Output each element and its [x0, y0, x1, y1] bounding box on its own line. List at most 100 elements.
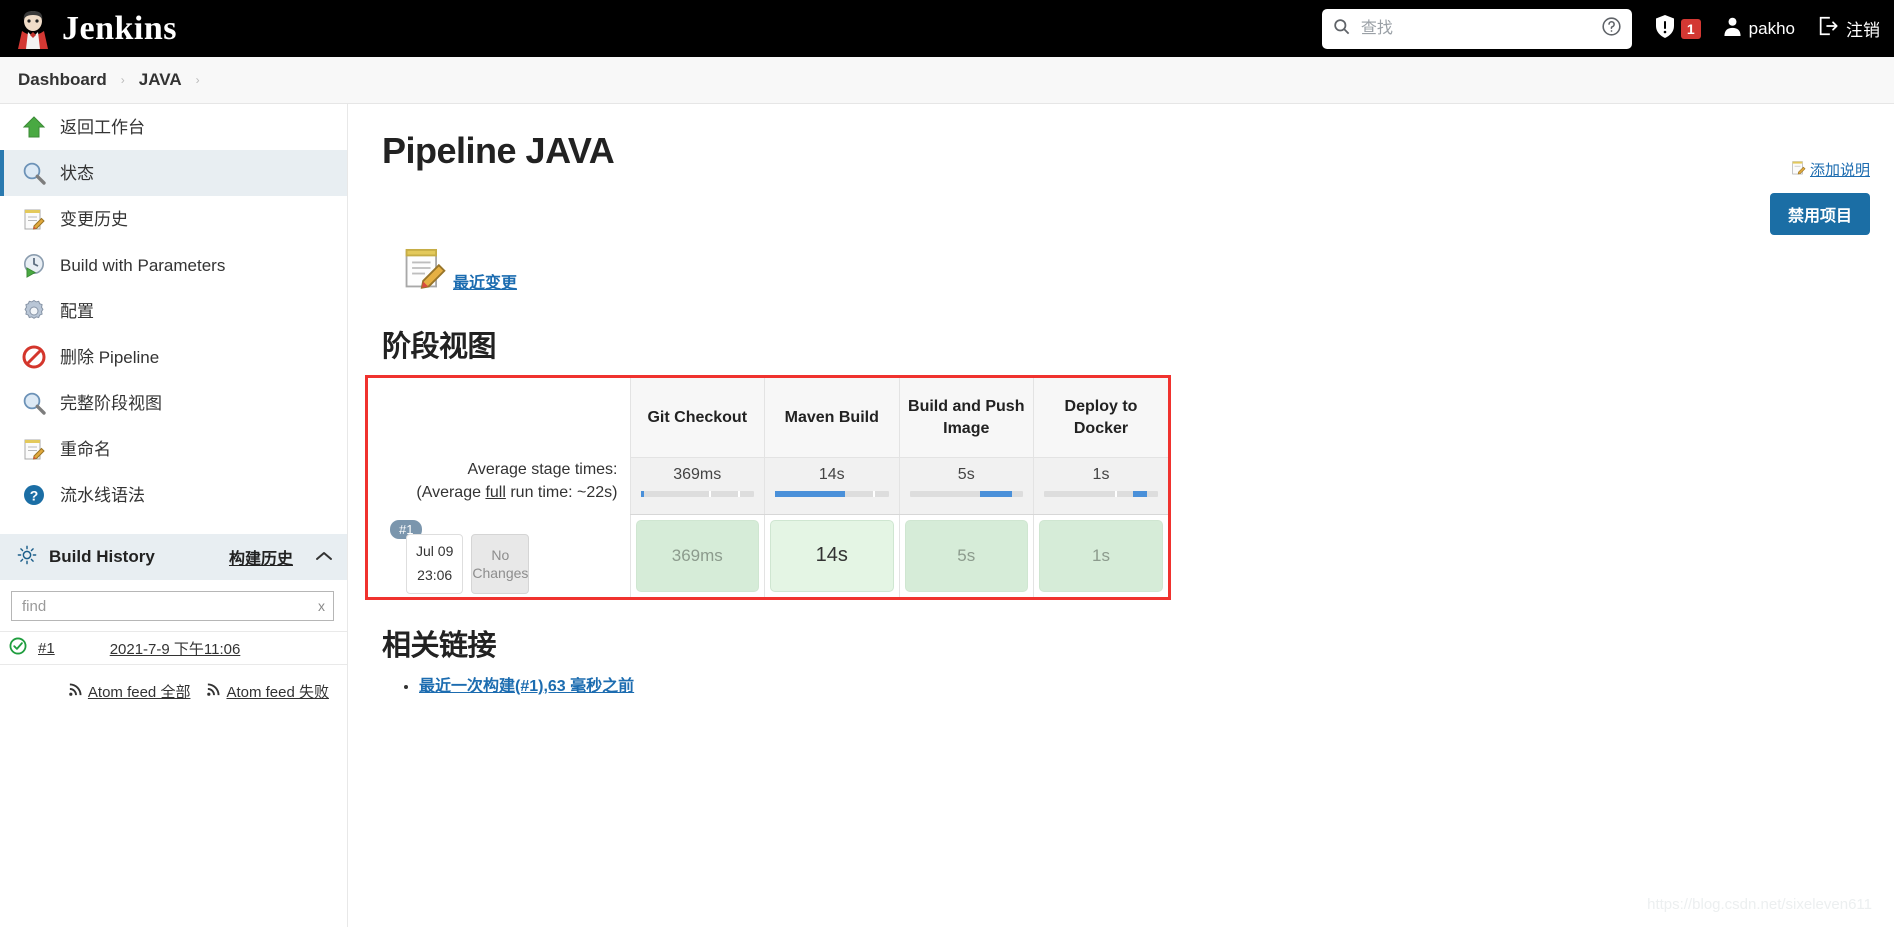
top-header-bar: Jenkins 查找 1 pakho 注销 [0, 0, 1894, 57]
atom-feed-all[interactable]: Atom feed 全部 [68, 681, 191, 702]
notepad-pencil-icon [401, 244, 449, 297]
no-entry-icon [21, 344, 47, 370]
sidebar-item-back-to-dashboard[interactable]: 返回工作台 [0, 104, 347, 150]
search-input[interactable] [1358, 18, 1593, 39]
average-stage-time: 1s [1092, 466, 1110, 484]
breadcrumb-separator-trailing: › [195, 73, 200, 87]
clear-find-icon[interactable]: x [312, 598, 325, 614]
avg-line-post: run time: ~22s) [505, 483, 618, 501]
up-arrow-green-icon [21, 114, 47, 140]
average-times-row: Average stage times: (Average full run t… [368, 457, 1168, 515]
stage-view-title: 阶段视图 [382, 331, 497, 363]
brand-home-link[interactable]: Jenkins [14, 9, 177, 49]
stage-column-header[interactable]: Build and Push Image [898, 378, 1034, 459]
stage-view-header-row: Git Checkout Maven Build Build and Push … [368, 378, 1168, 459]
sidebar-item-change-history[interactable]: 变更历史 [0, 196, 347, 242]
header-right-group: 1 pakho 注销 [1321, 0, 1880, 57]
stage-view-corner-cell [368, 378, 630, 458]
security-alerts-button[interactable]: 1 [1654, 14, 1701, 44]
logout-icon [1817, 15, 1839, 42]
user-menu-button[interactable]: pakho [1723, 16, 1795, 42]
bar-tick [708, 491, 711, 498]
sidebar-item-label: 重命名 [60, 439, 111, 459]
recent-changes-row[interactable]: 最近变更 [401, 244, 1894, 297]
sidebar-item-label: 配置 [60, 301, 94, 321]
average-times-label: Average stage times: (Average full run t… [368, 457, 630, 515]
notepad-pencil-icon [1790, 159, 1807, 180]
sidebar-item-label: 返回工作台 [60, 117, 145, 137]
run-date-box[interactable]: Jul 09 23:06 [406, 534, 464, 594]
chevron-up-icon[interactable] [315, 549, 333, 566]
page-title: Pipeline JAVA [382, 130, 615, 171]
breadcrumb-separator: › [120, 73, 125, 87]
sidebar-item-configure[interactable]: 配置 [0, 288, 347, 334]
last-build-link[interactable]: 最近一次构建(#1),63 毫秒之前 [419, 678, 634, 695]
sidebar: 返回工作台 状态 变更历史 Build with Parameters 配置 删… [0, 104, 348, 927]
add-description-label: 添加说明 [1809, 162, 1870, 179]
gear-icon [21, 298, 47, 324]
watermark-text: https://blog.csdn.net/sixeleven611 [1647, 896, 1872, 913]
run-stage-result[interactable]: 14s [770, 519, 894, 592]
magnifier-icon [21, 390, 47, 416]
build-history-find-row: x [0, 580, 347, 631]
run-info-cell: #1 Jul 09 23:06 No Changes [368, 514, 630, 597]
disable-project-button[interactable]: 禁用项目 [1769, 193, 1870, 235]
breadcrumb-item-dashboard[interactable]: Dashboard [18, 70, 107, 90]
build-number-link[interactable]: #1 [38, 640, 55, 657]
build-history-row[interactable]: #1 2021-7-9 下午11:06 [0, 631, 347, 665]
rss-icon [206, 682, 221, 701]
logout-button[interactable]: 注销 [1817, 15, 1880, 42]
sidebar-item-label: 完整阶段视图 [60, 393, 162, 413]
list-item: 最近一次构建(#1),63 毫秒之前 [419, 672, 1894, 696]
atom-feed-failed[interactable]: Atom feed 失败 [206, 681, 329, 702]
avg-line-underline: full [485, 483, 506, 501]
breadcrumb-item-java[interactable]: JAVA [139, 70, 182, 90]
related-links-title: 相关链接 [382, 629, 497, 662]
stage-column-header[interactable]: Deploy to Docker [1033, 378, 1168, 459]
logout-label: 注销 [1846, 21, 1880, 40]
sidebar-item-full-stage-view[interactable]: 完整阶段视图 [0, 380, 347, 426]
stage-view-panel: Git Checkout Maven Build Build and Push … [365, 375, 1171, 600]
stage-column-header[interactable]: Git Checkout [629, 378, 765, 459]
add-description-link[interactable]: 添加说明 [1790, 159, 1870, 180]
bar-tick [1114, 491, 1117, 498]
stage-column-header[interactable]: Maven Build [764, 378, 899, 459]
atom-feed-failed-label: Atom feed 失败 [226, 684, 329, 701]
breadcrumb: Dashboard › JAVA › [0, 57, 1894, 104]
no-changes-text: No Changes [472, 546, 528, 582]
sidebar-item-delete-pipeline[interactable]: 删除 Pipeline [0, 334, 347, 380]
search-box[interactable] [1321, 8, 1632, 49]
sidebar-item-label: 状态 [60, 163, 94, 183]
run-stage-result[interactable]: 1s [1039, 519, 1163, 592]
jenkins-butler-logo-icon [14, 9, 52, 49]
related-links-list: 最近一次构建(#1),63 毫秒之前 [401, 672, 1894, 696]
average-stage-time: 5s [957, 466, 975, 484]
stage-duration-bar [640, 491, 754, 498]
recent-changes-label: 最近变更 [453, 275, 518, 292]
person-icon [1723, 16, 1742, 42]
average-stage-cell: 1s [1033, 457, 1168, 515]
help-circle-icon[interactable] [1601, 16, 1622, 42]
build-timestamp-link[interactable]: 2021-7-9 下午11:06 [110, 638, 241, 659]
average-stage-cell: 369ms [629, 457, 765, 515]
bar-tick [872, 491, 875, 498]
find-box[interactable]: x [11, 591, 334, 621]
run-stage-result[interactable]: 369ms [635, 519, 759, 592]
atom-feed-all-label: Atom feed 全部 [87, 684, 191, 701]
question-circle-icon: ? [21, 482, 47, 508]
build-history-link[interactable]: 构建历史 [229, 545, 293, 569]
sidebar-item-status[interactable]: 状态 [0, 150, 347, 196]
sidebar-item-rename[interactable]: 重命名 [0, 426, 347, 472]
no-changes-button[interactable]: No Changes [471, 534, 530, 594]
stage-duration-bar-fill [1132, 491, 1147, 498]
build-history-header: Build History 构建历史 [0, 534, 347, 580]
security-alert-count: 1 [1680, 18, 1701, 39]
run-date-line1: Jul 09 [416, 543, 454, 560]
run-stage-result[interactable]: 5s [904, 519, 1028, 592]
sidebar-item-pipeline-syntax[interactable]: ? 流水线语法 [0, 472, 347, 518]
bar-tick [738, 491, 741, 498]
find-input[interactable] [20, 596, 312, 616]
run-meta: Jul 09 23:06 No Changes [406, 534, 530, 594]
sidebar-item-build-with-parameters[interactable]: Build with Parameters [0, 242, 347, 288]
stage-duration-bar-fill [775, 491, 846, 498]
